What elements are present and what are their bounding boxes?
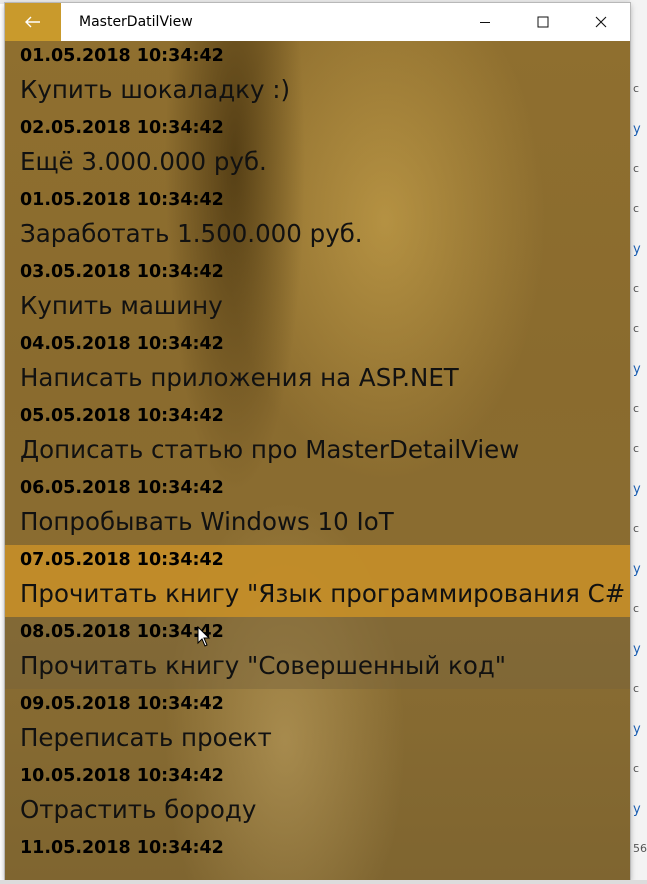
background-text-fragment: у: [633, 722, 641, 737]
item-date: 06.05.2018 10:34:42: [20, 478, 224, 498]
item-date: 04.05.2018 10:34:42: [20, 334, 224, 354]
item-title: Заработать 1.500.000 руб.: [20, 219, 363, 248]
minimize-icon: [479, 16, 491, 28]
master-list[interactable]: 01.05.2018 10:34:42 Купить шокаладку :) 02…: [5, 41, 630, 880]
item-title: Переписать проект: [20, 723, 272, 752]
background-text-fragment: с: [633, 762, 640, 775]
close-button[interactable]: [572, 3, 630, 41]
item-date: 09.05.2018 10:34:42: [20, 694, 224, 714]
list-item[interactable]: 04.05.2018 10:34:42 Написать приложения н…: [5, 329, 630, 401]
item-title: Прочитать книгу "Язык программирования C…: [20, 579, 626, 608]
background-app: с у с с у с с у с с у с у с у с у с у 56: [630, 0, 647, 884]
background-text-fragment: 56: [633, 842, 647, 855]
background-text-fragment: с: [633, 402, 640, 415]
background-text-fragment: с: [633, 202, 640, 215]
window-title: MasterDatilView: [79, 14, 193, 30]
app-window: MasterDatilView 01.05.2018 10:34:42 Купит…: [5, 3, 630, 880]
item-date: 08.05.2018 10:34:42: [20, 622, 224, 642]
item-title: Отрастить бороду: [20, 795, 257, 824]
item-title: Попробывать Windows 10 IoT: [20, 507, 394, 536]
item-title: Прочитать книгу "Совершенный код": [20, 651, 507, 680]
background-text-fragment: у: [633, 362, 641, 377]
item-title: Купить шокаладку :): [20, 75, 291, 104]
list-item[interactable]: 10.05.2018 10:34:42 Отрастить бороду: [5, 761, 630, 833]
background-text-fragment: у: [633, 642, 641, 657]
master-list-pane: 01.05.2018 10:34:42 Купить шокаладку :) 02…: [5, 41, 630, 880]
arrow-left-icon: [25, 12, 41, 33]
item-date: 10.05.2018 10:34:42: [20, 766, 224, 786]
background-text-fragment: с: [633, 162, 640, 175]
item-date: 07.05.2018 10:34:42: [20, 550, 224, 570]
item-date: 05.05.2018 10:34:42: [20, 406, 224, 426]
maximize-icon: [537, 16, 549, 28]
minimize-button[interactable]: [456, 3, 514, 41]
item-date: 02.05.2018 10:34:42: [20, 118, 224, 138]
item-title: Написать приложения на ASP.NET: [20, 363, 459, 392]
list-item[interactable]: 01.05.2018 10:34:42 Заработать 1.500.000 …: [5, 185, 630, 257]
background-text-fragment: у: [633, 562, 641, 577]
background-text-fragment: у: [633, 482, 641, 497]
list-item[interactable]: 01.05.2018 10:34:42 Купить шокаладку :): [5, 41, 630, 113]
background-text-fragment: у: [633, 242, 641, 257]
list-item[interactable]: 06.05.2018 10:34:42 Попробывать Windows 1…: [5, 473, 630, 545]
item-date: 03.05.2018 10:34:42: [20, 262, 224, 282]
list-item[interactable]: 09.05.2018 10:34:42 Переписать проект: [5, 689, 630, 761]
item-title: Дописать статью про MasterDetailView: [20, 435, 520, 464]
item-title: Ещё 3.000.000 руб.: [20, 147, 267, 176]
item-date: 01.05.2018 10:34:42: [20, 46, 224, 66]
back-button[interactable]: [5, 3, 61, 41]
list-item[interactable]: 07.05.2018 10:34:42 Прочитать книгу "Язык…: [5, 545, 630, 617]
background-text-fragment: с: [633, 522, 640, 535]
background-text-fragment: у: [633, 122, 641, 137]
background-text-fragment: с: [633, 82, 640, 95]
item-date: 01.05.2018 10:34:42: [20, 190, 224, 210]
close-icon: [595, 16, 607, 28]
list-item[interactable]: 03.05.2018 10:34:42 Купить машину: [5, 257, 630, 329]
mouse-cursor-icon: [197, 626, 211, 647]
title-bar: MasterDatilView: [5, 3, 630, 41]
background-text-fragment: с: [633, 602, 640, 615]
background-text-fragment: с: [633, 442, 640, 455]
background-text-fragment: с: [633, 322, 640, 335]
maximize-button[interactable]: [514, 3, 572, 41]
background-text-fragment: у: [633, 802, 641, 817]
item-title: Купить машину: [20, 291, 223, 320]
list-item[interactable]: 08.05.2018 10:34:42 Прочитать книгу "Сове…: [5, 617, 630, 689]
background-text-fragment: с: [633, 682, 640, 695]
background-text-fragment: с: [633, 282, 640, 295]
list-item[interactable]: 02.05.2018 10:34:42 Ещё 3.000.000 руб.: [5, 113, 630, 185]
list-item[interactable]: 05.05.2018 10:34:42 Дописать статью про M…: [5, 401, 630, 473]
item-date: 11.05.2018 10:34:42: [20, 838, 224, 858]
list-item[interactable]: 11.05.2018 10:34:42: [5, 833, 630, 880]
background-app-bottom: [0, 880, 647, 884]
